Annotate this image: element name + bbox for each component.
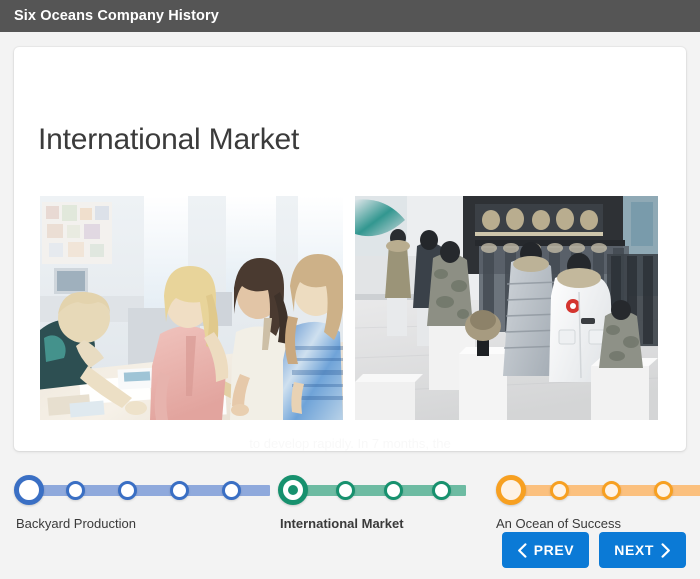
prev-button-label: PREV xyxy=(534,542,575,558)
chevron-right-icon xyxy=(661,543,671,558)
slide-shell: International Market xyxy=(0,32,700,579)
timeline-node[interactable] xyxy=(222,481,241,500)
timeline-node[interactable] xyxy=(550,481,569,500)
timeline-node[interactable] xyxy=(432,481,451,500)
timeline-node-milestone-active[interactable] xyxy=(278,475,308,505)
slide-navigation: PREV NEXT xyxy=(502,532,686,568)
timeline-node-milestone[interactable] xyxy=(14,475,44,505)
title-bar: Six Oceans Company History xyxy=(0,0,700,32)
timeline-node[interactable] xyxy=(654,481,673,500)
active-node-dot xyxy=(288,485,298,495)
design-team-meeting-photo xyxy=(40,196,343,420)
timeline-node[interactable] xyxy=(602,481,621,500)
timeline-node[interactable] xyxy=(384,481,403,500)
prev-button[interactable]: PREV xyxy=(502,532,590,568)
timeline-node[interactable] xyxy=(336,481,355,500)
timeline-node-milestone[interactable] xyxy=(496,475,526,505)
retail-store-interior-photo xyxy=(355,196,658,420)
timeline-segment-backyard-production[interactable]: Backyard Production xyxy=(14,472,272,508)
slide-content-card: International Market xyxy=(14,47,686,451)
slide-caption-ghost: to develop rapidly. In 7 months, the xyxy=(14,436,686,451)
timeline-segment-label: An Ocean of Success xyxy=(496,516,621,531)
timeline-segment-label: Backyard Production xyxy=(16,516,136,531)
application-window: Six Oceans Company History International… xyxy=(0,0,700,579)
slide-heading: International Market xyxy=(38,123,299,157)
chevron-left-icon xyxy=(517,543,527,558)
timeline-segment-an-ocean-of-success[interactable]: An Ocean of Success xyxy=(496,472,700,508)
timeline-segment-international-market[interactable]: International Market xyxy=(278,472,486,508)
timeline-node[interactable] xyxy=(66,481,85,500)
timeline-segment-label-active: International Market xyxy=(280,516,404,531)
slide-media-row xyxy=(40,196,660,420)
timeline-node[interactable] xyxy=(170,481,189,500)
history-timeline: Backyard Production International Market xyxy=(0,472,700,534)
timeline-node[interactable] xyxy=(118,481,137,500)
window-title: Six Oceans Company History xyxy=(0,8,219,24)
next-button[interactable]: NEXT xyxy=(599,532,686,568)
next-button-label: NEXT xyxy=(614,542,654,558)
